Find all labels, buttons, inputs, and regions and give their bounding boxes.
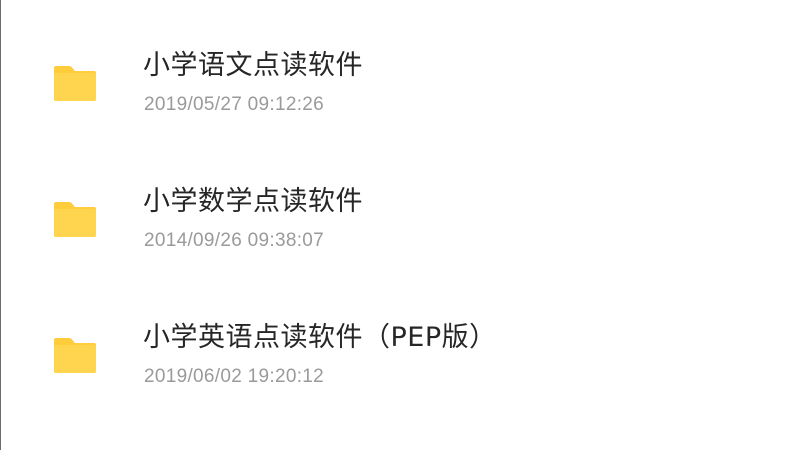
folder-icon (53, 200, 97, 238)
file-list: 小学语文点读软件 2019/05/27 09:12:26 小学数学点读软件 20… (1, 0, 800, 450)
file-name: 小学数学点读软件 (143, 186, 363, 217)
list-item[interactable]: 小学数学点读软件 2014/09/26 09:38:07 (1, 172, 800, 282)
file-name: 小学语文点读软件 (143, 50, 363, 81)
file-browser-screen: 小学语文点读软件 2019/05/27 09:12:26 小学数学点读软件 20… (0, 0, 800, 450)
list-item[interactable]: 小学语文点读软件 2019/05/27 09:12:26 (1, 36, 800, 146)
list-item[interactable]: 小学英语点读软件（PEP版） 2019/06/02 19:20:12 (1, 308, 800, 418)
folder-icon (53, 64, 97, 102)
folder-icon (53, 336, 97, 374)
file-modified-date: 2019/05/27 09:12:26 (144, 94, 325, 115)
file-name: 小学英语点读软件（PEP版） (143, 322, 497, 353)
file-modified-date: 2014/09/26 09:38:07 (144, 230, 325, 251)
file-modified-date: 2019/06/02 19:20:12 (144, 366, 325, 387)
